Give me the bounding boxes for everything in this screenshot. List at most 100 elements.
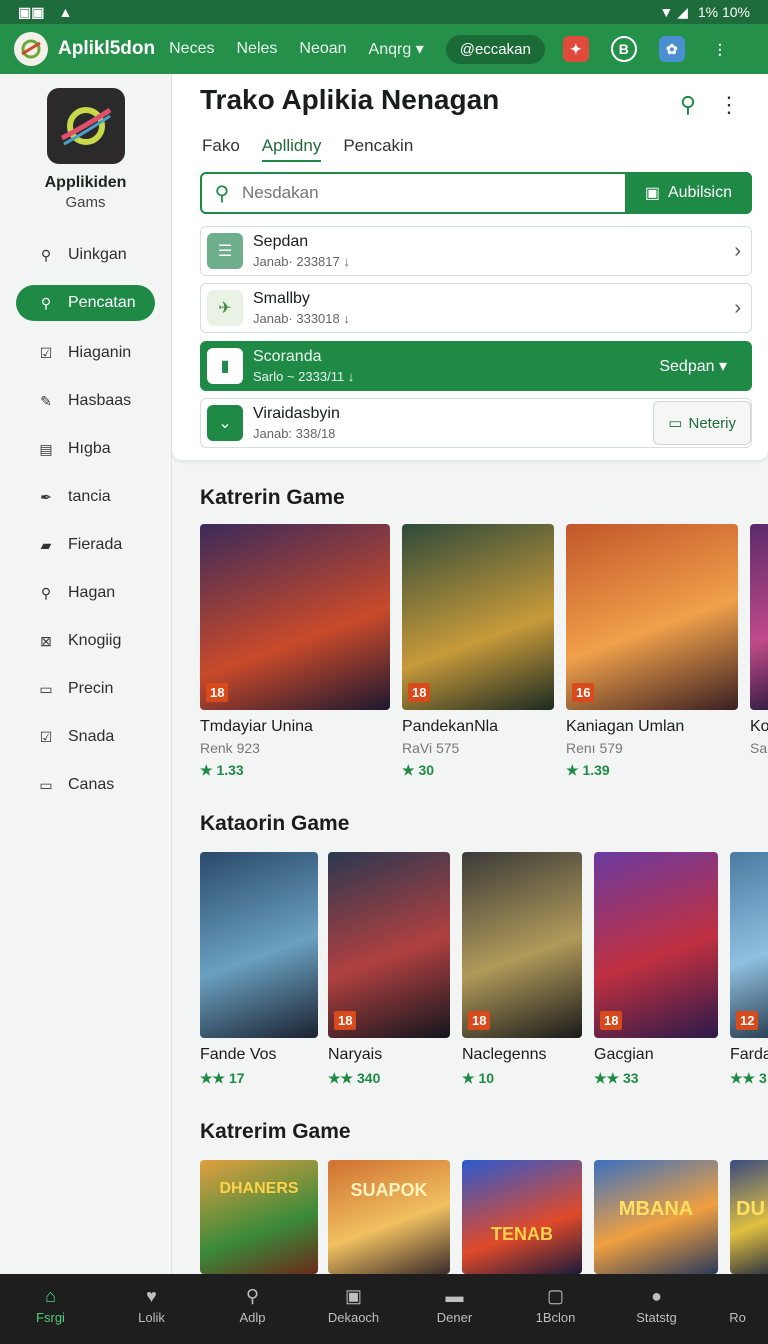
game-title: Naryais <box>328 1046 383 1063</box>
search-icon: ⚲ <box>214 182 230 205</box>
account-chip[interactable]: @eccakan <box>445 34 545 64</box>
nav-dropdown-label: Anqrg <box>368 41 412 58</box>
signal-icon: ▼ ◢ <box>659 3 688 20</box>
game-logo-text: DHANERS <box>219 1180 299 1197</box>
game-cover: 18 <box>594 852 718 1038</box>
nav-tv[interactable]: ▢ 1Bclon <box>516 1285 596 1326</box>
top-app-bar: Aplikl5don Neces Neles Neoan Anqrg ▾ @ec… <box>0 24 768 74</box>
app-logo-icon[interactable] <box>14 32 48 66</box>
sidebar-item[interactable]: ☑ Snada <box>0 713 171 761</box>
chevron-down-icon: ▾ <box>415 41 424 58</box>
box-icon: ▭ <box>39 680 53 697</box>
nav-dropdown[interactable]: Anqrg ▾ <box>369 39 424 59</box>
sidebar-item[interactable]: ☑ Hiaganin <box>0 329 171 377</box>
notify-button[interactable]: ▭ Neteriy <box>653 401 751 445</box>
nav-favorites[interactable]: ♥ Lolik <box>112 1285 192 1326</box>
edit-icon: ✎ <box>40 392 52 409</box>
game-card[interactable]: Fande Vos ★★ 17 <box>200 852 318 1087</box>
rating-value: 17 <box>229 1070 245 1086</box>
sidebar-item[interactable]: ⊠ Knogiig <box>0 617 171 665</box>
game-card[interactable]: 12 Farda ★★ 3 <box>730 852 768 1087</box>
rating-value: 1.33 <box>216 762 244 778</box>
game-card[interactable]: MBANA <box>594 1160 718 1274</box>
app-row-selected[interactable]: ▮ Scoranda Sarlo ~ 2333/11 ↓ Sedpan ▾ <box>200 341 752 391</box>
sort-dropdown[interactable]: Sedpan ▾ <box>659 356 727 376</box>
sidebar-item[interactable]: ⚲ Uinkgan <box>0 231 171 279</box>
game-cover: 16 <box>566 524 738 710</box>
game-cover: MBANA <box>594 1160 718 1274</box>
app-row[interactable]: ⌄ Viraidasbyin Janab: 338/18 ▭ Neteriy <box>200 398 752 448</box>
game-cover: DU <box>730 1160 768 1274</box>
sidebar-item[interactable]: ▤ Hıgba <box>0 425 171 473</box>
game-logo-text: MBANA <box>618 1198 694 1220</box>
nav-item[interactable]: Neces <box>169 40 214 58</box>
age-rating-badge: 18 <box>600 1011 623 1030</box>
nav-home[interactable]: ⌂ Fsrgi <box>11 1286 91 1326</box>
game-rating: ★★ 340 <box>328 1070 381 1086</box>
sidebar-item[interactable]: ▰ Fierada <box>0 521 171 569</box>
more-vert-icon[interactable]: ⋮ <box>707 36 733 62</box>
game-card[interactable]: 16 Kaniagan Umlan Renı 579 ★ 1.39 <box>566 524 738 779</box>
sidebar-item[interactable]: ✎ Hasbaas <box>0 377 171 425</box>
game-card[interactable]: 18 Gacgian ★★ 33 <box>594 852 718 1087</box>
app-subtitle: Janab· 233817 ↓ <box>253 254 350 269</box>
nav-item[interactable]: Neoan <box>299 40 346 58</box>
game-card[interactable]: SUAPOK <box>328 1160 450 1274</box>
nav-label: Statstg <box>636 1310 677 1325</box>
nav-store[interactable]: ▣ Dekaoch <box>314 1286 394 1326</box>
tab-fako[interactable]: Fako <box>202 136 240 162</box>
app-row[interactable]: ✈ Smallby Janab· 333018 ↓ › <box>200 283 752 333</box>
game-card[interactable]: DU <box>730 1160 768 1274</box>
tab-apllidny[interactable]: Apllidny <box>261 136 322 162</box>
tab-bar: Fako Apllidny Pencakin <box>202 136 413 162</box>
sidebar-item[interactable]: ▭ Precin <box>0 665 171 713</box>
sidebar-item-label: Hasbaas <box>68 392 132 409</box>
section-title: Katrerin Game <box>200 486 345 509</box>
game-card[interactable]: Ko Sa <box>750 524 768 756</box>
game-rating: ★★ 33 <box>594 1070 639 1086</box>
app-subtitle: Sarlo ~ 2333/11 ↓ <box>253 369 355 384</box>
app-row[interactable]: ☰ Sepdan Janab· 233817 ↓ › <box>200 226 752 276</box>
rating-value: 1.39 <box>582 762 610 778</box>
app-icon: ☰ <box>207 233 243 269</box>
game-rating: ★★ 17 <box>200 1070 245 1086</box>
nav-item[interactable]: Neles <box>236 40 277 58</box>
badge-icon[interactable]: B <box>610 36 637 62</box>
sidebar-item-active[interactable]: ⚲ Pencatan <box>16 285 155 321</box>
sidebar-item[interactable]: ⚲ Hagan <box>0 569 171 617</box>
game-card[interactable]: 18 PandekanNla RaVi 575 ★ 30 <box>402 524 554 779</box>
rating-value: 33 <box>623 1070 639 1086</box>
nav-games[interactable]: ▬ Dener <box>415 1286 495 1326</box>
sidebar-item[interactable]: ✒ tancia <box>0 473 171 521</box>
more-vert-icon[interactable]: ⋮ <box>718 92 740 118</box>
pen-icon: ✒ <box>40 488 52 505</box>
heart-icon: ♥ <box>146 1285 157 1306</box>
game-card[interactable]: DHANERS <box>200 1160 318 1274</box>
nav-search[interactable]: ⚲ Adlp <box>213 1286 293 1326</box>
age-rating-badge: 12 <box>736 1011 759 1030</box>
nav-more[interactable]: Ro <box>718 1286 758 1325</box>
game-title: Kaniagan Umlan <box>566 718 685 735</box>
tv-icon: ▢ <box>546 1285 564 1306</box>
sidebar-item[interactable]: ▭ Canas <box>0 761 171 809</box>
search-icon[interactable]: ⚲ <box>680 92 696 118</box>
game-cover: 18 <box>328 852 450 1038</box>
search-submit-button[interactable]: ▣ Aubilsicn <box>624 172 752 214</box>
sidebar-item-label: Hagan <box>68 584 116 601</box>
game-subtitle: Sa <box>750 740 768 756</box>
game-card[interactable]: 18 Tmdayiar Unina Renk 923 ★ 1.33 <box>200 524 390 779</box>
apps-icon[interactable]: ✿ <box>658 36 685 62</box>
search-input[interactable] <box>242 183 625 203</box>
search-bar: ⚲ ▣ Aubilsicn <box>200 172 752 214</box>
game-rating: ★ 10 <box>462 1070 495 1086</box>
notification-icon[interactable]: ✦ <box>562 36 589 62</box>
game-card[interactable]: 18 Naryais ★★ 340 <box>328 852 450 1087</box>
nav-profile[interactable]: ● Statstg <box>617 1286 697 1326</box>
game-card[interactable]: TENAB <box>462 1160 582 1274</box>
game-cover <box>200 852 318 1038</box>
game-card[interactable]: 18 Naclegenns ★ 10 <box>462 852 582 1087</box>
nav-label: 1Bclon <box>535 1310 576 1325</box>
sidebar-item-label: Fierada <box>68 536 123 553</box>
sidebar-item-label: Pencatan <box>68 294 136 311</box>
tab-pencakin[interactable]: Pencakin <box>343 136 413 162</box>
